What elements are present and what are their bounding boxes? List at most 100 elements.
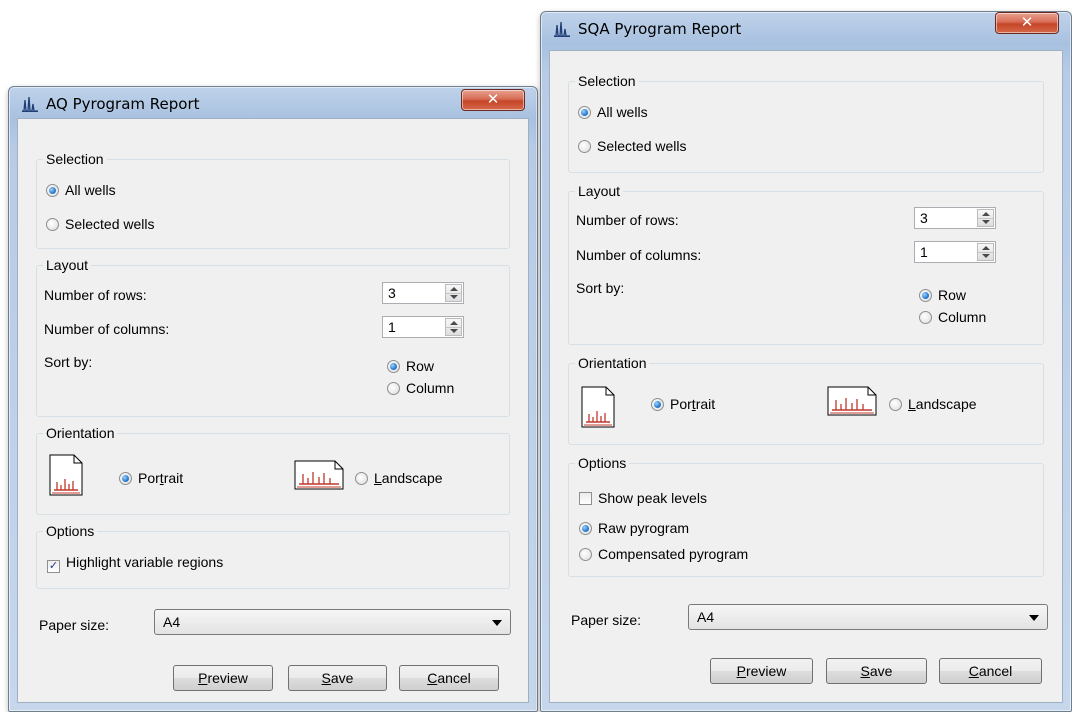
- sqa-rows-value: 3: [920, 210, 928, 226]
- sqa-preview-label-a: P: [736, 663, 746, 679]
- sqa-titlebar[interactable]: SQA Pyrogram Report ✕: [541, 12, 1071, 44]
- aq-options-group: Options ✓ Highlight variable regions: [36, 523, 510, 589]
- radio-checked-icon: [919, 289, 932, 302]
- sqa-save-label-b: ave: [869, 663, 893, 679]
- aq-sort-column-option[interactable]: Column: [387, 380, 454, 396]
- pyrogram-app-icon: [554, 21, 570, 37]
- portrait-page-icon: [581, 386, 615, 428]
- aq-highlight-option[interactable]: ✓ Highlight variable regions: [47, 554, 223, 573]
- aq-columns-value: 1: [388, 319, 396, 335]
- sqa-columns-value: 1: [920, 244, 928, 260]
- spin-arrows-icon[interactable]: [977, 209, 994, 227]
- sqa-cancel-label-b: ancel: [978, 663, 1013, 679]
- sqa-columns-label: Number of columns:: [576, 247, 702, 263]
- chevron-down-icon: [492, 620, 502, 626]
- sqa-all-wells-option[interactable]: All wells: [578, 104, 648, 120]
- sqa-selected-wells-option[interactable]: Selected wells: [578, 138, 687, 154]
- aq-save-button[interactable]: Save: [288, 665, 387, 691]
- sqa-show-peak-label: Show peak levels: [598, 490, 707, 506]
- aq-all-wells-option[interactable]: All wells: [46, 182, 116, 198]
- aq-sort-label: Sort by:: [44, 354, 93, 370]
- aq-landscape-option[interactable]: Landscape: [355, 470, 443, 486]
- aq-close-button[interactable]: ✕: [461, 89, 525, 111]
- sqa-all-wells-label: All wells: [597, 104, 648, 120]
- aq-cancel-label-a: C: [427, 670, 438, 686]
- aq-sort-row-option[interactable]: Row: [387, 358, 434, 374]
- sqa-show-peak-option[interactable]: Show peak levels: [579, 490, 707, 506]
- landscape-page-icon: [827, 386, 877, 416]
- aq-options-label: Options: [43, 523, 98, 539]
- aq-portrait-label-c: rait: [163, 470, 184, 486]
- sqa-preview-label-b: review: [745, 663, 787, 679]
- aq-layout-label: Layout: [43, 257, 92, 273]
- spin-arrows-icon[interactable]: [977, 243, 994, 261]
- aq-landscape-label-b: andscape: [381, 470, 443, 486]
- aq-columns-stepper[interactable]: 1: [382, 316, 464, 338]
- aq-selected-wells-option[interactable]: Selected wells: [46, 216, 155, 232]
- radio-unchecked-icon: [919, 311, 932, 324]
- checkbox-unchecked-icon: [579, 492, 592, 505]
- sqa-sort-label: Sort by:: [576, 280, 625, 296]
- aq-paper-size-label: Paper size:: [39, 617, 110, 633]
- sqa-portrait-option[interactable]: Portrait: [651, 396, 715, 412]
- aq-titlebar[interactable]: AQ Pyrogram Report ✕: [9, 87, 537, 119]
- radio-unchecked-icon: [579, 548, 592, 561]
- radio-checked-icon: [578, 106, 591, 119]
- aq-selection-group: Selection All wells Selected wells: [36, 151, 510, 249]
- aq-orientation-group: Orientation Portrait Landscape: [36, 425, 510, 515]
- sqa-orientation-group: Orientation Portrait Landscape: [568, 355, 1044, 445]
- aq-columns-label: Number of columns:: [44, 321, 170, 337]
- aq-rows-stepper[interactable]: 3: [382, 282, 464, 304]
- close-icon: ✕: [1020, 13, 1034, 31]
- sqa-raw-pyrogram-label: Raw pyrogram: [598, 520, 690, 536]
- close-icon: ✕: [486, 90, 500, 108]
- sqa-landscape-label-a: L: [908, 396, 916, 412]
- sqa-cancel-button[interactable]: Cancel: [939, 658, 1042, 684]
- aq-save-label-a: S: [321, 670, 331, 686]
- sqa-save-button[interactable]: Save: [826, 658, 927, 684]
- sqa-landscape-option[interactable]: Landscape: [889, 396, 977, 412]
- aq-preview-button[interactable]: Preview: [173, 665, 273, 691]
- aq-portrait-option[interactable]: Portrait: [119, 470, 183, 486]
- aq-landscape-label-a: L: [374, 470, 382, 486]
- sqa-raw-pyrogram-option[interactable]: Raw pyrogram: [579, 520, 689, 536]
- radio-checked-icon: [387, 360, 400, 373]
- aq-highlight-label: Highlight variable regions: [66, 554, 224, 570]
- sqa-paper-size-select[interactable]: A4: [688, 604, 1048, 630]
- spin-arrows-icon[interactable]: [445, 318, 462, 336]
- sqa-rows-stepper[interactable]: 3: [914, 207, 996, 229]
- aq-cancel-label-b: ancel: [437, 670, 471, 686]
- sqa-rows-label: Number of rows:: [576, 212, 679, 228]
- sqa-layout-group: Layout Number of rows: 3 Number of colum…: [568, 183, 1044, 345]
- sqa-cancel-label-a: C: [968, 663, 979, 679]
- sqa-sort-column-option[interactable]: Column: [919, 309, 986, 325]
- sqa-options-label: Options: [575, 455, 630, 471]
- sqa-close-button[interactable]: ✕: [995, 12, 1059, 34]
- aq-orientation-label: Orientation: [43, 425, 118, 441]
- aq-cancel-button[interactable]: Cancel: [399, 665, 499, 691]
- sqa-layout-label: Layout: [575, 183, 624, 199]
- landscape-page-icon: [294, 460, 344, 490]
- radio-checked-icon: [119, 472, 132, 485]
- portrait-page-icon: [49, 454, 83, 496]
- aq-selected-wells-label: Selected wells: [65, 216, 155, 232]
- aq-portrait-label-a: Por: [138, 470, 160, 486]
- aq-rows-value: 3: [388, 285, 396, 301]
- radio-unchecked-icon: [387, 382, 400, 395]
- aq-all-wells-label: All wells: [65, 182, 116, 198]
- spin-arrows-icon[interactable]: [445, 284, 462, 302]
- sqa-selected-wells-label: Selected wells: [597, 138, 687, 154]
- sqa-save-label-a: S: [860, 663, 870, 679]
- sqa-landscape-label-b: andscape: [915, 396, 977, 412]
- sqa-client-area: Selection All wells Selected wells Layou…: [549, 50, 1063, 703]
- sqa-columns-stepper[interactable]: 1: [914, 241, 996, 263]
- sqa-paper-size-value: A4: [697, 609, 715, 625]
- aq-paper-size-select[interactable]: A4: [154, 609, 511, 635]
- pyrogram-app-icon: [22, 96, 38, 112]
- aq-sort-column-label: Column: [406, 380, 455, 396]
- radio-unchecked-icon: [578, 140, 591, 153]
- sqa-sort-row-option[interactable]: Row: [919, 287, 966, 303]
- sqa-preview-button[interactable]: Preview: [710, 658, 813, 684]
- sqa-compensated-pyrogram-option[interactable]: Compensated pyrogram: [579, 546, 748, 562]
- radio-unchecked-icon: [889, 398, 902, 411]
